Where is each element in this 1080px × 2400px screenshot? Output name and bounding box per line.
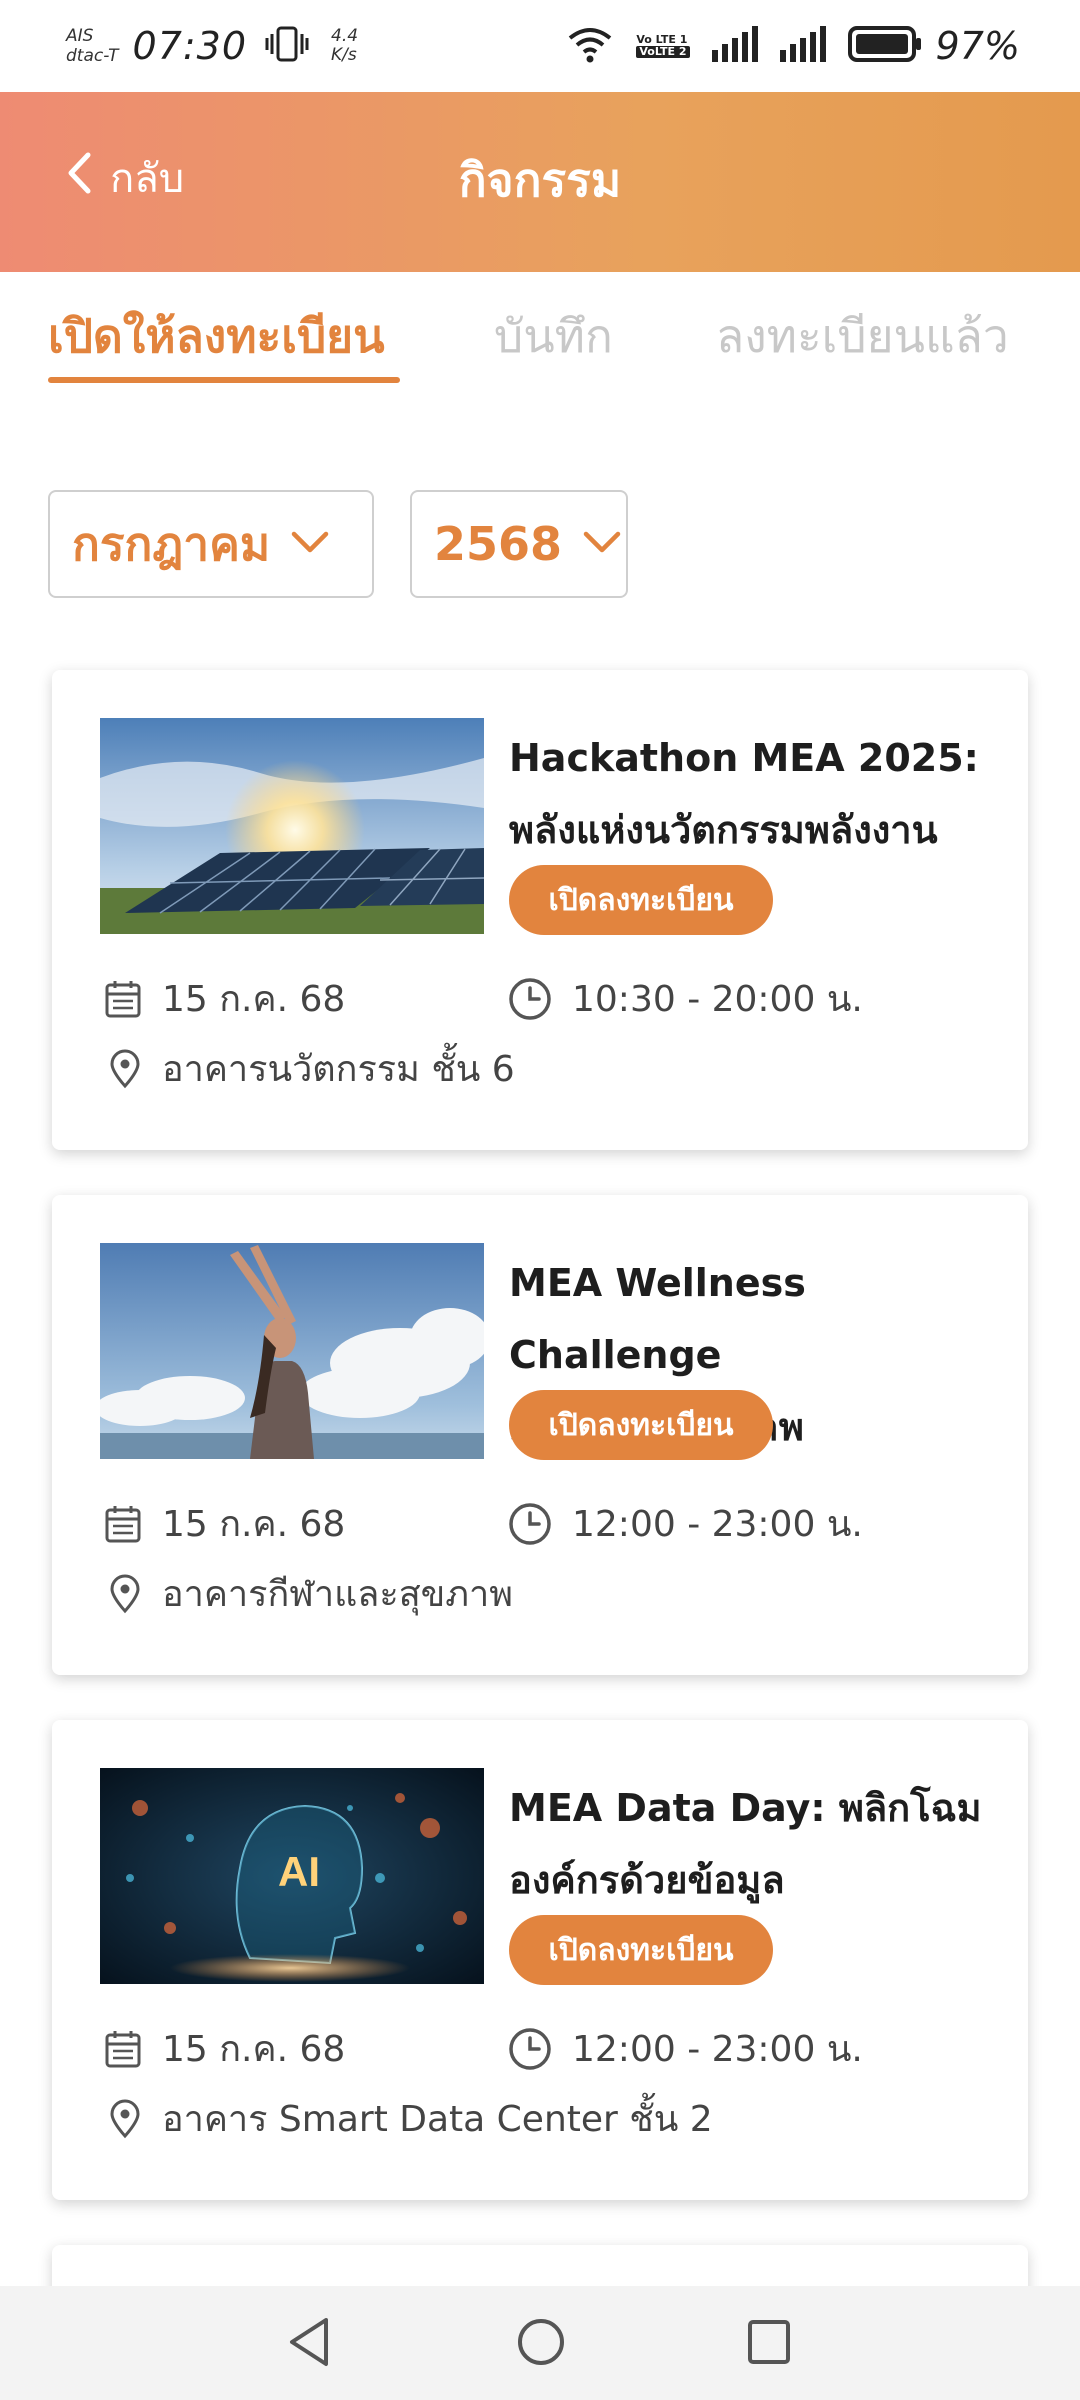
registration-status-badge: เปิดลงทะเบียน	[509, 865, 773, 935]
calendar-icon	[105, 2030, 141, 2067]
registration-status-badge: เปิดลงทะเบียน	[509, 1390, 773, 1460]
clock-icon	[509, 1502, 551, 1545]
carrier-1: AIS	[66, 26, 94, 46]
event-card[interactable]: AI MEA Data Day: พลิกโฉม องค์กรด้วยข้อมู…	[52, 1720, 1028, 2200]
event-title: Hackathon MEA 2025: พลังแห่งนวัตกรรมพลัง…	[509, 736, 979, 852]
svg-text:AI: AI	[278, 1848, 320, 1895]
clock-icon	[509, 977, 551, 1020]
event-location: อาคารนวัตกรรม ชั้น 6	[108, 1040, 515, 1097]
wifi-icon	[566, 24, 614, 68]
page-title: กิจกรรม	[458, 153, 622, 207]
signal-icon-sim1	[711, 26, 758, 66]
vibrate-icon	[265, 24, 309, 68]
signal-icon-sim2	[779, 26, 826, 66]
event-date: 15 ก.ค. 68	[104, 1495, 345, 1552]
ai-head-image: AI	[100, 1768, 484, 1984]
location-pin-icon	[110, 1049, 140, 1088]
event-location: อาคาร Smart Data Center ชั้น 2	[108, 2090, 713, 2147]
calendar-icon	[105, 980, 141, 1017]
chevron-down-icon	[582, 530, 622, 558]
event-date: 15 ก.ค. 68	[104, 970, 345, 1027]
event-time: 12:00 - 23:00 น.	[508, 1495, 863, 1552]
tab-open-registration[interactable]: เปิดให้ลงทะเบียน	[48, 300, 385, 373]
clock-icon	[509, 2027, 551, 2070]
month-select-value: กรกฎาคม	[72, 516, 271, 571]
volte-indicator: Vo LTE 1 VoLTE 2	[636, 34, 690, 58]
month-select[interactable]: กรกฎาคม	[48, 490, 374, 598]
event-time: 10:30 - 20:00 น.	[508, 970, 863, 1027]
event-title: MEA Data Day: พลิกโฉม องค์กรด้วยข้อมูล	[509, 1786, 982, 1902]
status-time: 07:30	[132, 24, 248, 68]
home-nav-button[interactable]	[516, 2316, 566, 2372]
location-pin-icon	[110, 1574, 140, 1613]
event-time: 12:00 - 23:00 น.	[508, 2020, 863, 2077]
status-bar: AIS dtac-T 07:30 4.4 K/s Vo LTE 1 VoLTE …	[0, 0, 1080, 92]
carrier-2: dtac-T	[66, 46, 119, 66]
solar-panels-image	[100, 718, 484, 934]
chevron-down-icon	[290, 530, 330, 558]
year-select[interactable]: 2568	[410, 490, 628, 598]
recents-nav-button[interactable]	[746, 2316, 792, 2372]
triangle-back-icon	[290, 2318, 328, 2366]
event-card[interactable]: MEA Wellness Challenge 30 วันเพื่อสุขภาพ…	[52, 1195, 1028, 1675]
yoga-woman-image	[100, 1243, 484, 1459]
active-tab-indicator	[48, 377, 400, 383]
event-location: อาคารกีฬาและสุขภาพ	[108, 1565, 513, 1622]
tab-saved[interactable]: บันทึก	[494, 300, 613, 373]
app-header: กลับ กิจกรรม	[0, 92, 1080, 272]
square-recents-icon	[748, 2320, 790, 2364]
network-speed: 4.4 K/s	[331, 26, 359, 65]
tab-registered[interactable]: ลงทะเบียนแล้ว	[716, 300, 1009, 373]
circle-home-icon	[518, 2319, 564, 2365]
carrier-names: AIS dtac-T	[66, 26, 119, 66]
event-date: 15 ก.ค. 68	[104, 2020, 345, 2077]
calendar-icon	[105, 1505, 141, 1542]
year-select-value: 2568	[434, 517, 563, 571]
location-pin-icon	[110, 2099, 140, 2138]
battery-percentage: 97%	[935, 24, 1020, 68]
back-nav-button[interactable]	[286, 2316, 332, 2372]
registration-status-badge: เปิดลงทะเบียน	[509, 1915, 773, 1985]
battery-icon	[847, 25, 922, 67]
event-card[interactable]: Hackathon MEA 2025: พลังแห่งนวัตกรรมพลัง…	[52, 670, 1028, 1150]
tab-bar: เปิดให้ลงทะเบียน บันทึก ลงทะเบียนแล้ว	[0, 272, 1080, 392]
system-nav-bar	[0, 2286, 1080, 2400]
